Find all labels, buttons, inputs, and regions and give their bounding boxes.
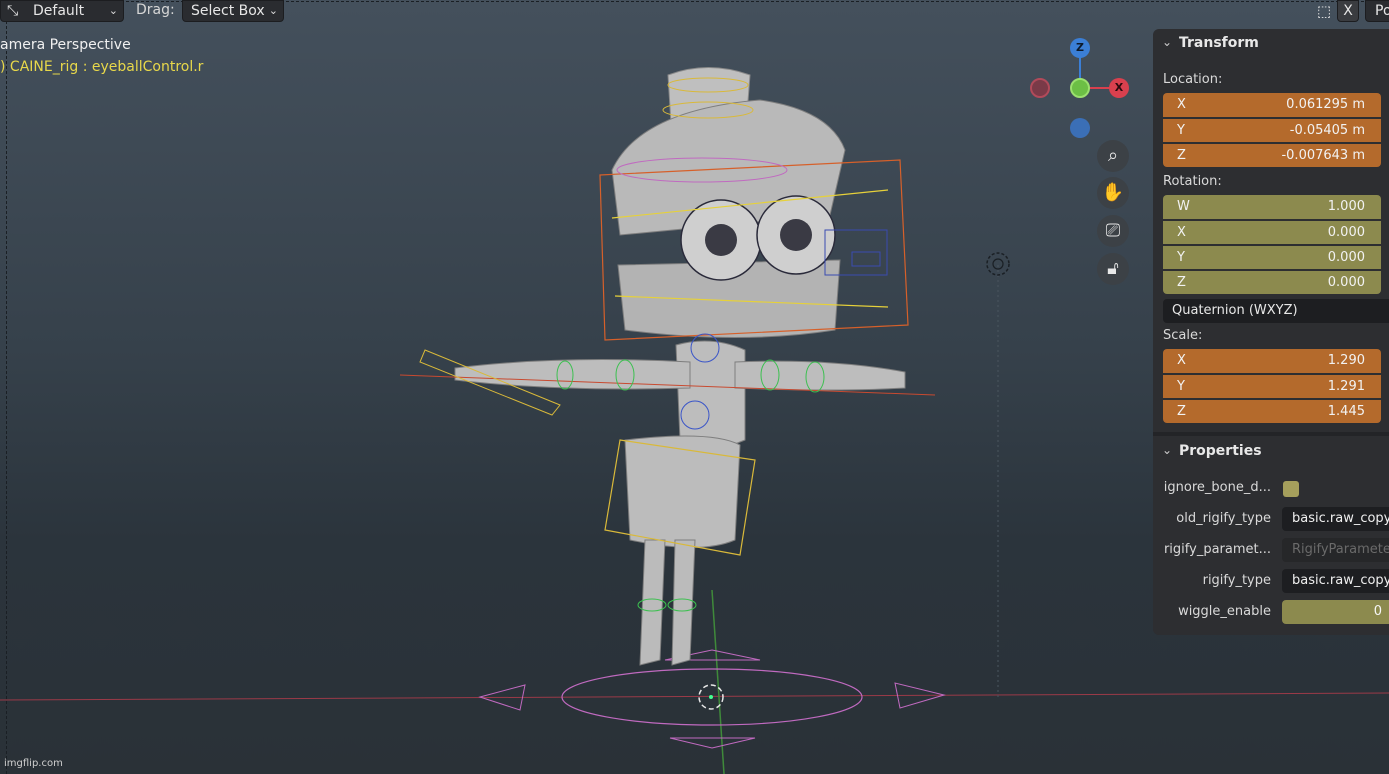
sidebar-n-panel: ⌄ Transform Location: X 0.061295 m Y -0.…: [1153, 29, 1389, 635]
old-rigify-type-field[interactable]: basic.raw_copy: [1282, 507, 1389, 531]
active-object-label: ) CAINE_rig : eyeballControl.r: [0, 59, 204, 75]
camera-icon[interactable]: ⎚: [1097, 215, 1129, 247]
rotation-w-field[interactable]: W 1.000: [1163, 195, 1381, 219]
location-x-field[interactable]: X 0.061295 m: [1163, 93, 1381, 117]
rotation-mode-dropdown[interactable]: Quaternion (WXYZ): [1163, 299, 1389, 323]
prop-label-wiggle-enable: wiggle_enable: [1178, 604, 1271, 619]
scale-z-field[interactable]: Z 1.445: [1163, 399, 1381, 423]
location-y-field[interactable]: Y -0.05405 m: [1163, 118, 1381, 142]
transform-panel-header[interactable]: ⌄ Transform: [1153, 29, 1389, 59]
location-label: Location:: [1163, 72, 1223, 87]
select-box-dropdown[interactable]: Select Box ⌄: [182, 0, 284, 22]
prop-label-rigify-parameters: rigify_paramet...: [1163, 542, 1271, 557]
rotation-x-field[interactable]: X 0.000: [1163, 220, 1381, 244]
gizmo-y-axis[interactable]: [1070, 78, 1090, 98]
tab-pose[interactable]: Po: [1365, 0, 1389, 22]
zoom-icon[interactable]: ⌕: [1097, 140, 1129, 172]
3d-viewport[interactable]: ⤡ Default ⌄ Drag: Select Box ⌄ ⬚ X Po am…: [0, 0, 1389, 774]
view-transform-icon: ⤡: [7, 3, 19, 19]
chevron-down-icon: ⌄: [268, 4, 278, 17]
transform-orientation-dropdown[interactable]: ⤡ Default ⌄: [0, 0, 124, 22]
rigify-type-field[interactable]: basic.raw_copy: [1282, 569, 1389, 593]
camera-perspective-label: amera Perspective: [0, 37, 131, 53]
gizmo-neg-x-axis[interactable]: [1030, 78, 1050, 98]
scale-y-field[interactable]: Y 1.291: [1163, 374, 1381, 398]
scale-x-field[interactable]: X 1.290: [1163, 349, 1381, 373]
panel-divider: [1153, 432, 1389, 436]
scale-label: Scale:: [1163, 328, 1203, 343]
selection-icon[interactable]: ⬚: [1313, 1, 1335, 21]
drag-label: Drag:: [136, 2, 175, 18]
gizmo-neg-z-axis[interactable]: [1070, 118, 1090, 138]
prop-label-rigify-type: rigify_type: [1202, 573, 1271, 588]
gizmo-x-axis[interactable]: X: [1109, 78, 1129, 98]
lock-icon[interactable]: 🔓︎: [1097, 253, 1129, 285]
prop-label-old-rigify-type: old_rigify_type: [1176, 511, 1271, 526]
watermark: imgflip.com: [4, 758, 63, 769]
chevron-down-icon: ⌄: [1162, 443, 1173, 457]
transform-title: Transform: [1179, 35, 1259, 51]
rotation-z-field[interactable]: Z 0.000: [1163, 270, 1381, 294]
rotation-label: Rotation:: [1163, 174, 1222, 189]
rotation-y-field[interactable]: Y 0.000: [1163, 245, 1381, 269]
gizmo-z-axis[interactable]: Z: [1070, 38, 1090, 58]
select-value: Select Box: [191, 3, 265, 19]
location-z-field[interactable]: Z -0.007643 m: [1163, 143, 1381, 167]
close-button[interactable]: X: [1337, 0, 1359, 22]
ignore-bone-checkbox[interactable]: [1283, 481, 1299, 497]
rigify-parameters-field: RigifyParameters: [1282, 538, 1389, 562]
prop-label-ignore-bone: ignore_bone_d...: [1163, 480, 1271, 495]
pan-hand-icon[interactable]: ✋: [1097, 177, 1129, 209]
mode-value: Default: [33, 3, 85, 19]
chevron-down-icon: ⌄: [1162, 35, 1173, 49]
wiggle-enable-slider[interactable]: 0: [1282, 600, 1389, 624]
properties-title: Properties: [1179, 443, 1262, 459]
chevron-down-icon: ⌄: [108, 4, 118, 17]
properties-panel-header[interactable]: ⌄ Properties: [1153, 437, 1389, 467]
